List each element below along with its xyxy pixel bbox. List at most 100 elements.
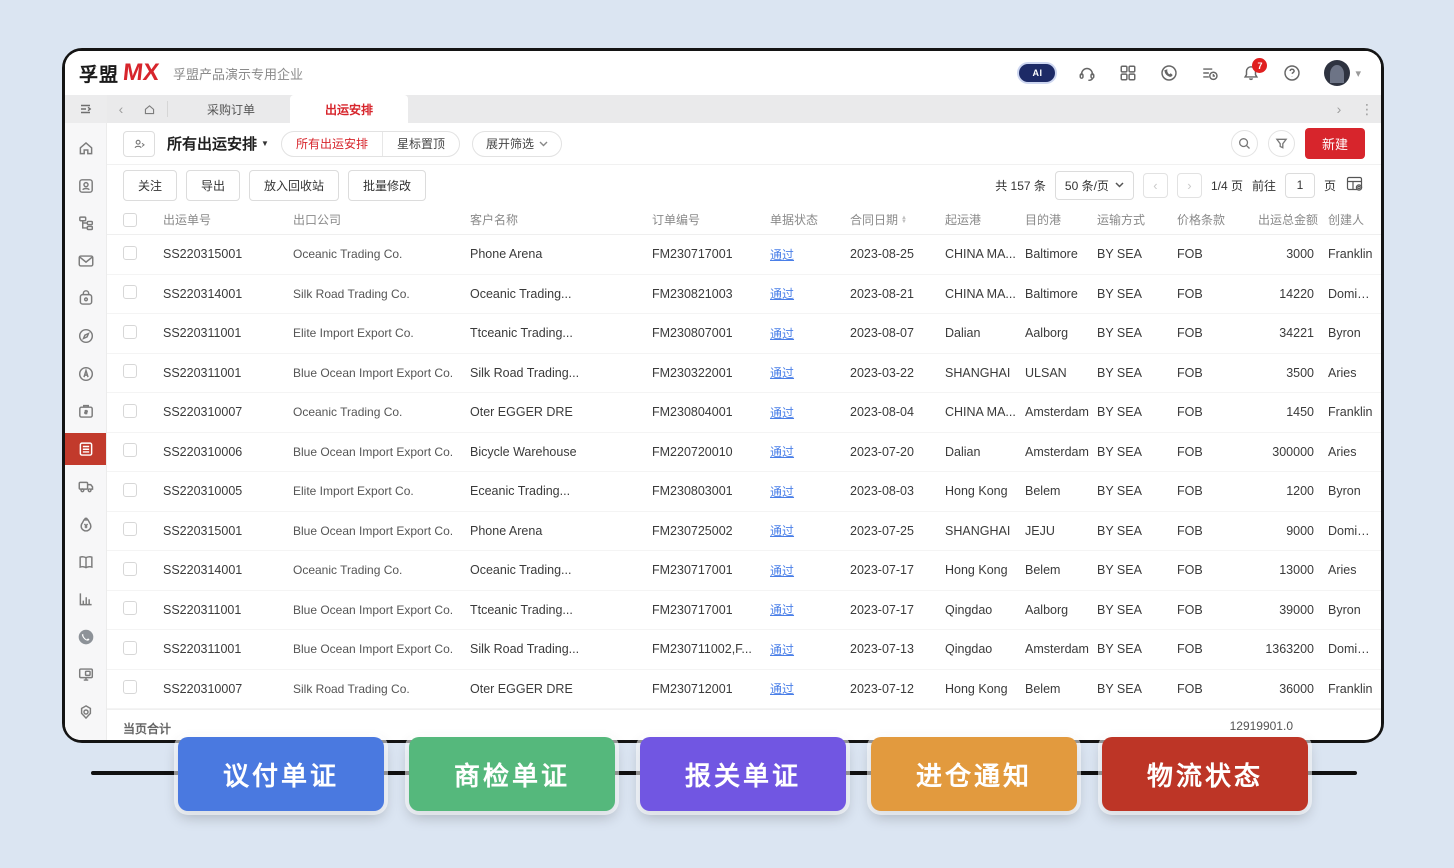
col-order-no[interactable]: 订单编号 bbox=[652, 211, 770, 228]
follow-button[interactable]: 关注 bbox=[123, 170, 177, 201]
table-row[interactable]: SS220311001 Elite Import Export Co. Ttce… bbox=[107, 314, 1381, 354]
pill-starred-top[interactable]: 星标置顶 bbox=[382, 132, 459, 156]
row-checkbox[interactable] bbox=[123, 325, 137, 339]
row-checkbox[interactable] bbox=[123, 522, 137, 536]
row-checkbox[interactable] bbox=[123, 601, 137, 615]
sidebar-collapse-menu-icon[interactable] bbox=[65, 95, 106, 123]
col-export-company[interactable]: 出口公司 bbox=[293, 211, 470, 228]
col-pod[interactable]: 目的港 bbox=[1025, 211, 1097, 228]
status-link[interactable]: 通过 bbox=[770, 524, 794, 538]
search-icon[interactable] bbox=[1231, 130, 1258, 157]
forward-chevron-icon[interactable]: › bbox=[1325, 95, 1353, 123]
col-terms[interactable]: 价格条款 bbox=[1177, 211, 1248, 228]
page-size-select[interactable]: 50 条/页 bbox=[1055, 171, 1134, 200]
table-row[interactable]: SS220311001 Blue Ocean Import Export Co.… bbox=[107, 630, 1381, 670]
table-row[interactable]: SS220311001 Blue Ocean Import Export Co.… bbox=[107, 591, 1381, 631]
flow-button[interactable]: 议付单证 bbox=[178, 737, 384, 811]
table-row[interactable]: SS220314001 Silk Road Trading Co. Oceani… bbox=[107, 275, 1381, 315]
new-button[interactable]: 新建 bbox=[1305, 128, 1365, 159]
ai-assistant-icon[interactable]: AI bbox=[1019, 64, 1055, 82]
sidebar-item-business-briefcase[interactable] bbox=[65, 395, 106, 427]
table-row[interactable]: SS220311001 Blue Ocean Import Export Co.… bbox=[107, 354, 1381, 394]
sidebar-item-contacts[interactable] bbox=[65, 170, 106, 202]
table-row[interactable]: SS220310005 Elite Import Export Co. Ecea… bbox=[107, 472, 1381, 512]
home-tab-icon[interactable] bbox=[135, 95, 163, 123]
column-settings-icon[interactable] bbox=[1345, 174, 1365, 197]
status-link[interactable]: 通过 bbox=[770, 682, 794, 696]
table-row[interactable]: SS220310007 Oceanic Trading Co. Oter EGG… bbox=[107, 393, 1381, 433]
sidebar-item-finance-moneybag[interactable] bbox=[65, 508, 106, 540]
sidebar-item-reports-chart[interactable] bbox=[65, 583, 106, 615]
sidebar-item-whatsapp[interactable] bbox=[65, 621, 106, 653]
pill-all-shipments[interactable]: 所有出运安排 bbox=[282, 132, 382, 156]
sidebar-item-logistics-truck[interactable] bbox=[65, 470, 106, 502]
col-contract-date[interactable]: 合同日期 ▲▼ bbox=[850, 211, 945, 228]
col-creator[interactable]: 创建人 bbox=[1318, 211, 1381, 228]
col-transport[interactable]: 运输方式 bbox=[1097, 211, 1177, 228]
row-checkbox[interactable] bbox=[123, 680, 137, 694]
batch-edit-button[interactable]: 批量修改 bbox=[348, 170, 426, 201]
flow-button[interactable]: 进仓通知 bbox=[871, 737, 1077, 811]
status-link[interactable]: 通过 bbox=[770, 603, 794, 617]
row-checkbox[interactable] bbox=[123, 641, 137, 655]
funnel-filter-icon[interactable] bbox=[1268, 130, 1295, 157]
recycle-bin-button[interactable]: 放入回收站 bbox=[249, 170, 339, 201]
user-menu[interactable]: ▾ bbox=[1324, 60, 1361, 86]
back-chevron-icon[interactable]: ‹ bbox=[107, 95, 135, 123]
sidebar-item-products[interactable] bbox=[65, 282, 106, 314]
view-dropdown[interactable]: 所有出运安排 ▼ bbox=[167, 133, 269, 154]
help-icon[interactable] bbox=[1283, 64, 1301, 82]
next-page-button[interactable]: › bbox=[1177, 173, 1202, 198]
col-status[interactable]: 单据状态 bbox=[770, 211, 850, 228]
avatar[interactable] bbox=[1324, 60, 1350, 86]
status-link[interactable]: 通过 bbox=[770, 327, 794, 341]
bell-notifications-icon[interactable]: 7 bbox=[1242, 64, 1260, 82]
flow-button[interactable]: 商检单证 bbox=[409, 737, 615, 811]
status-link[interactable]: 通过 bbox=[770, 445, 794, 459]
select-all-checkbox[interactable] bbox=[123, 213, 137, 227]
row-checkbox[interactable] bbox=[123, 364, 137, 378]
sidebar-item-org-structure[interactable] bbox=[65, 207, 106, 239]
whatsapp-icon[interactable] bbox=[1160, 64, 1178, 82]
row-checkbox[interactable] bbox=[123, 443, 137, 457]
row-checkbox[interactable] bbox=[123, 483, 137, 497]
prev-page-button[interactable]: ‹ bbox=[1143, 173, 1168, 198]
headset-support-icon[interactable] bbox=[1078, 64, 1096, 82]
sidebar-item-shipping-documents[interactable] bbox=[65, 433, 106, 465]
sidebar-item-home[interactable] bbox=[65, 132, 106, 164]
tab-shipping-arrangement[interactable]: 出运安排 bbox=[290, 95, 408, 123]
status-link[interactable]: 通过 bbox=[770, 406, 794, 420]
export-button[interactable]: 导出 bbox=[186, 170, 240, 201]
row-checkbox[interactable] bbox=[123, 246, 137, 260]
status-link[interactable]: 通过 bbox=[770, 564, 794, 578]
table-row[interactable]: SS220314001 Oceanic Trading Co. Oceanic … bbox=[107, 551, 1381, 591]
sidebar-item-compass[interactable] bbox=[65, 320, 106, 352]
goto-page-input[interactable] bbox=[1285, 173, 1315, 198]
task-history-icon[interactable] bbox=[1201, 64, 1219, 82]
col-customer[interactable]: 客户名称 bbox=[470, 211, 652, 228]
sidebar-item-ledger-book[interactable] bbox=[65, 546, 106, 578]
persona-filter-icon[interactable] bbox=[123, 131, 155, 157]
sidebar-item-mail[interactable] bbox=[65, 245, 106, 277]
row-checkbox[interactable] bbox=[123, 285, 137, 299]
tab-purchase-orders[interactable]: 采购订单 bbox=[172, 95, 290, 123]
status-link[interactable]: 通过 bbox=[770, 485, 794, 499]
sidebar-item-workbench-monitor[interactable] bbox=[65, 658, 106, 690]
sidebar-item-marketing[interactable] bbox=[65, 358, 106, 390]
apps-grid-icon[interactable] bbox=[1119, 64, 1137, 82]
status-link[interactable]: 通过 bbox=[770, 366, 794, 380]
table-row[interactable]: SS220310006 Blue Ocean Import Export Co.… bbox=[107, 433, 1381, 473]
table-row[interactable]: SS220310007 Silk Road Trading Co. Oter E… bbox=[107, 670, 1381, 710]
col-shipment-no[interactable]: 出运单号 bbox=[163, 211, 293, 228]
table-row[interactable]: SS220315001 Oceanic Trading Co. Phone Ar… bbox=[107, 235, 1381, 275]
expand-filter-button[interactable]: 展开筛选 bbox=[472, 131, 562, 157]
flow-button[interactable]: 物流状态 bbox=[1102, 737, 1308, 811]
table-row[interactable]: SS220315001 Blue Ocean Import Export Co.… bbox=[107, 512, 1381, 552]
row-checkbox[interactable] bbox=[123, 404, 137, 418]
col-amount[interactable]: 出运总金额 bbox=[1248, 211, 1318, 228]
status-link[interactable]: 通过 bbox=[770, 643, 794, 657]
col-pol[interactable]: 起运港 bbox=[945, 211, 1025, 228]
sidebar-item-settings-gear[interactable] bbox=[65, 696, 106, 728]
flow-button[interactable]: 报关单证 bbox=[640, 737, 846, 811]
row-checkbox[interactable] bbox=[123, 562, 137, 576]
